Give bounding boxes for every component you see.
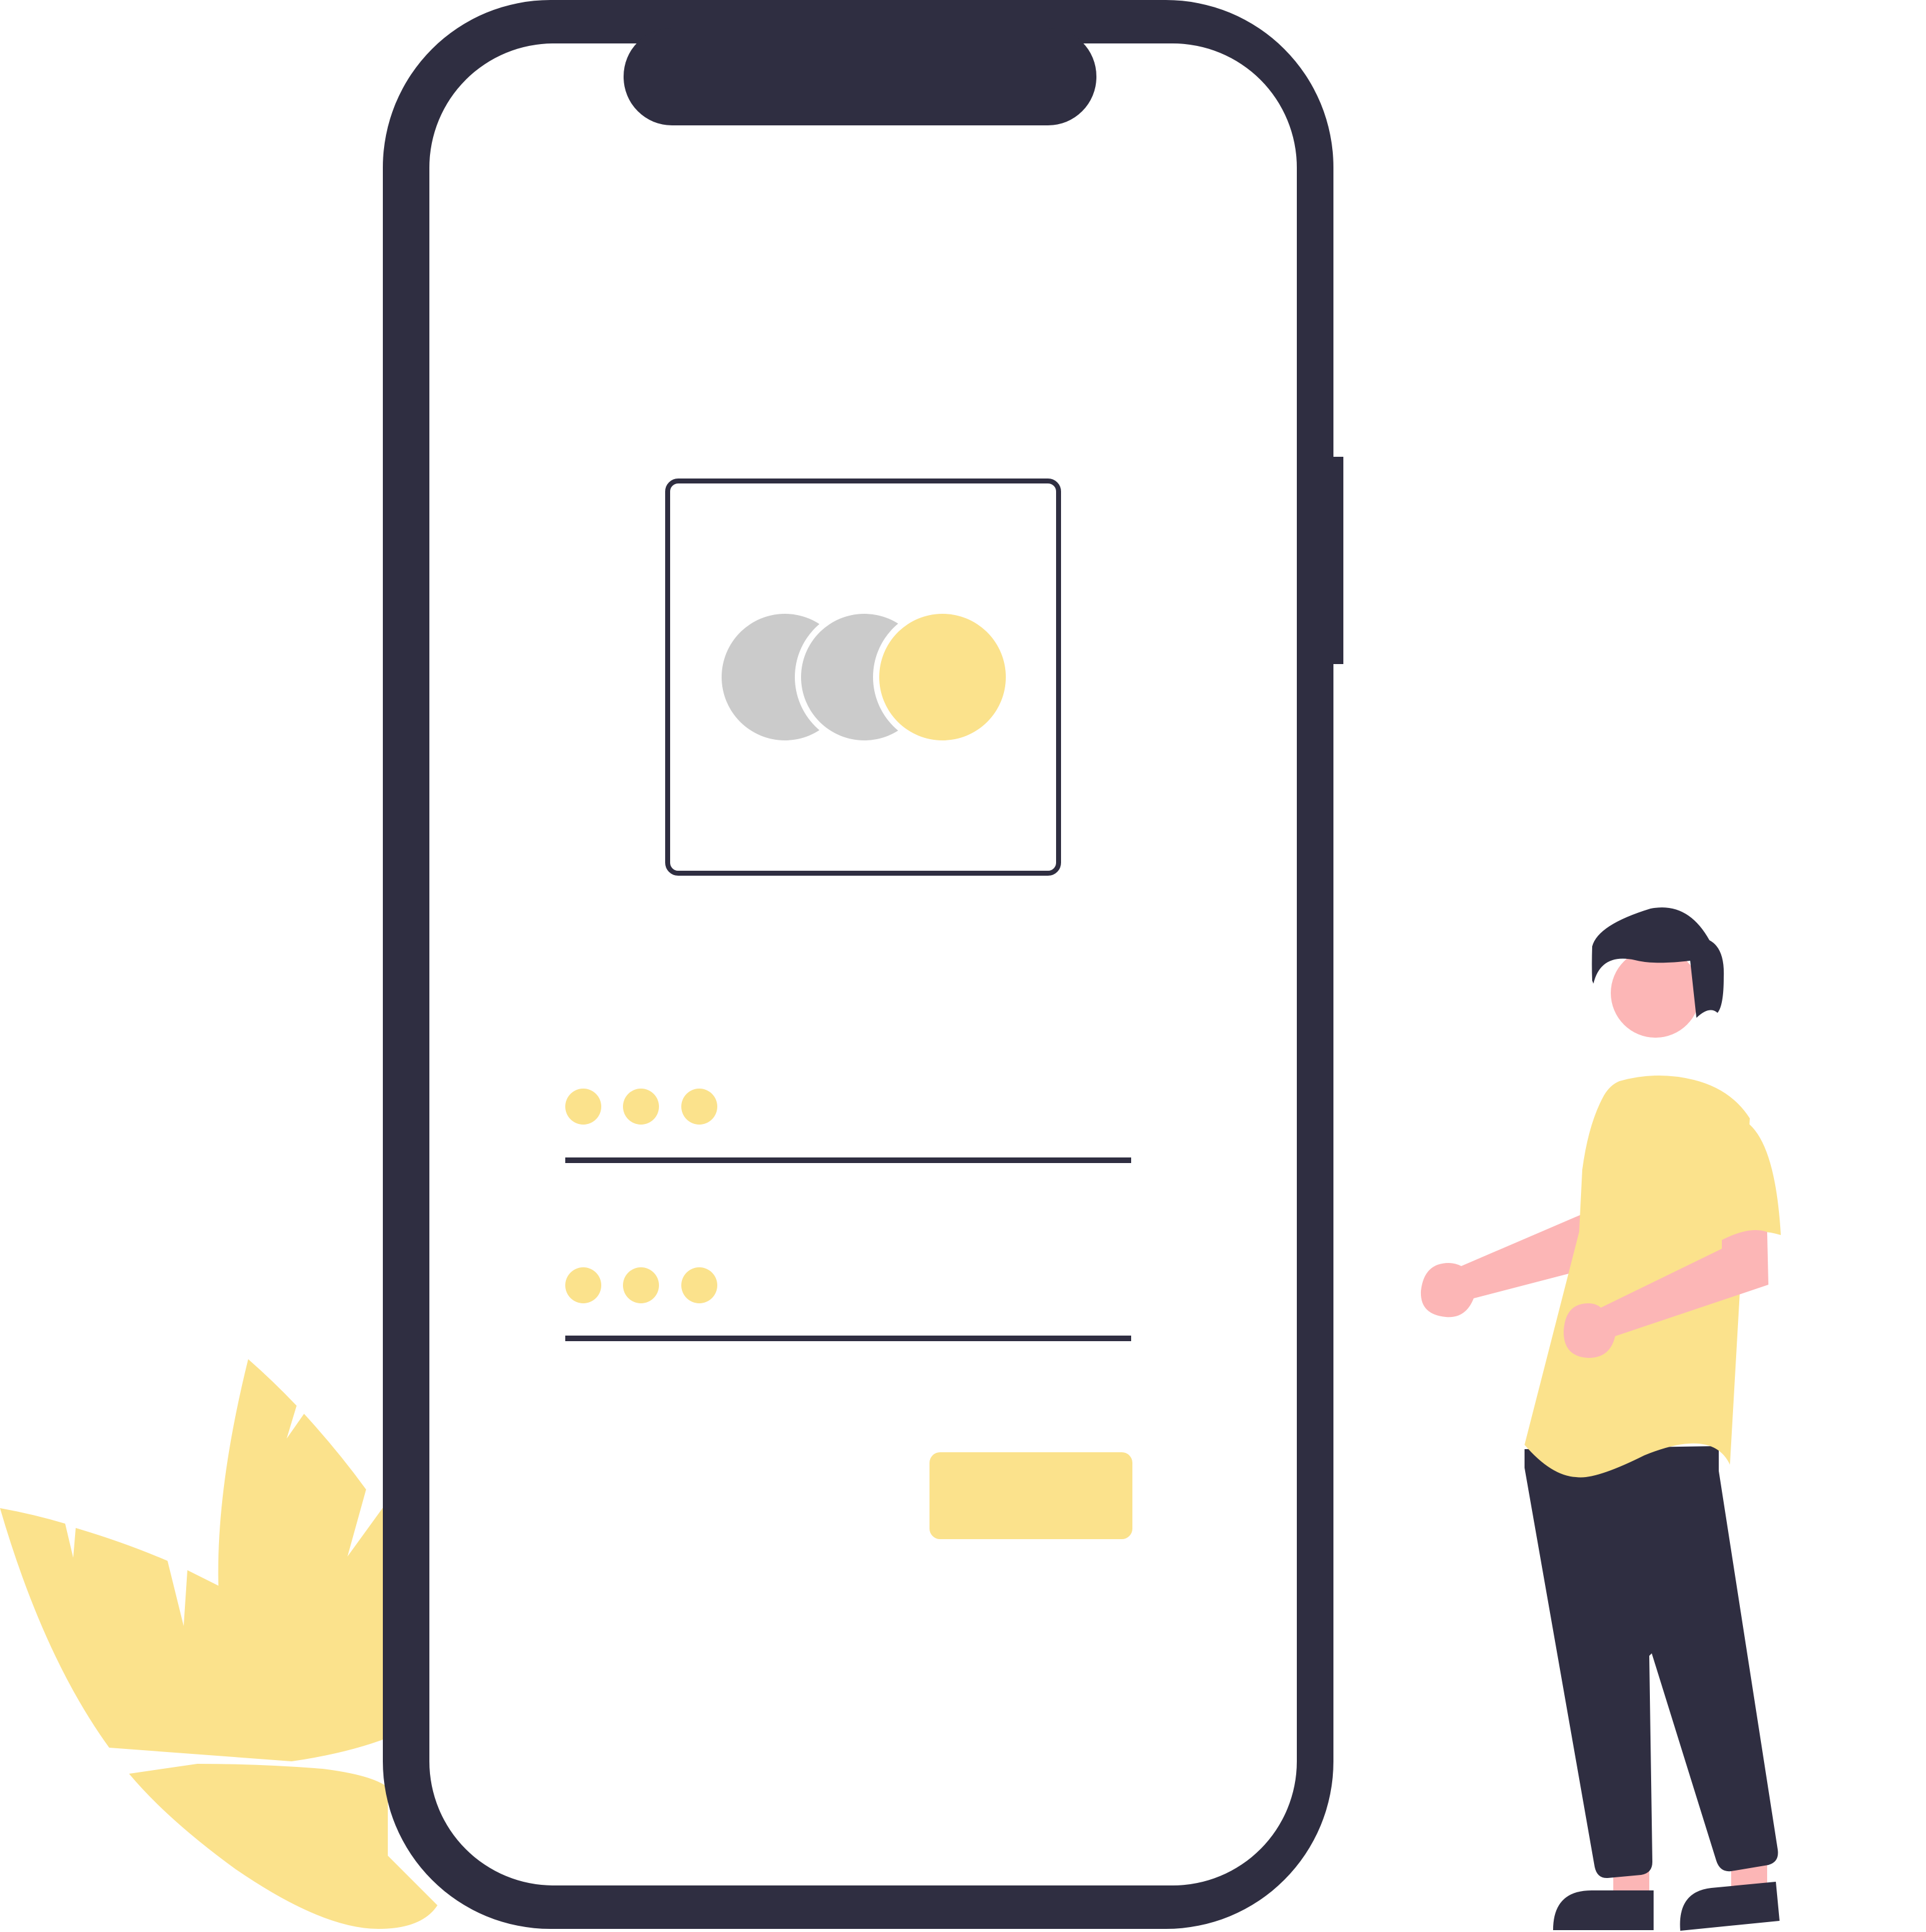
person-sleeve-front [1719,1117,1781,1241]
person [1420,907,1781,1931]
plant-leaves [0,1359,437,1929]
phone [383,0,1343,1929]
masked-char-dot [565,1089,601,1125]
person-trousers [1525,1446,1778,1879]
plant-leaf-left [0,1359,437,1929]
password-dots-icon [565,1267,717,1303]
password-field-underline [565,1336,1131,1341]
masked-char-dot [681,1267,717,1303]
login-illustration [0,0,1781,1931]
masked-char-dot [565,1267,601,1303]
masked-char-dot [623,1267,659,1303]
logo-circle-yellow-right [879,614,1006,740]
phone-screen [429,43,1297,1885]
phone-notch [624,28,1096,125]
masked-char-dot [681,1089,717,1125]
three-circles-logo-icon [722,608,1012,747]
person-shoe-left [1553,1890,1654,1930]
username-field-underline [565,1157,1131,1163]
masked-char-dot [623,1089,659,1125]
password-dots-icon [565,1089,717,1125]
person-shoe-right [1680,1882,1780,1931]
submit-button[interactable] [929,1452,1132,1539]
